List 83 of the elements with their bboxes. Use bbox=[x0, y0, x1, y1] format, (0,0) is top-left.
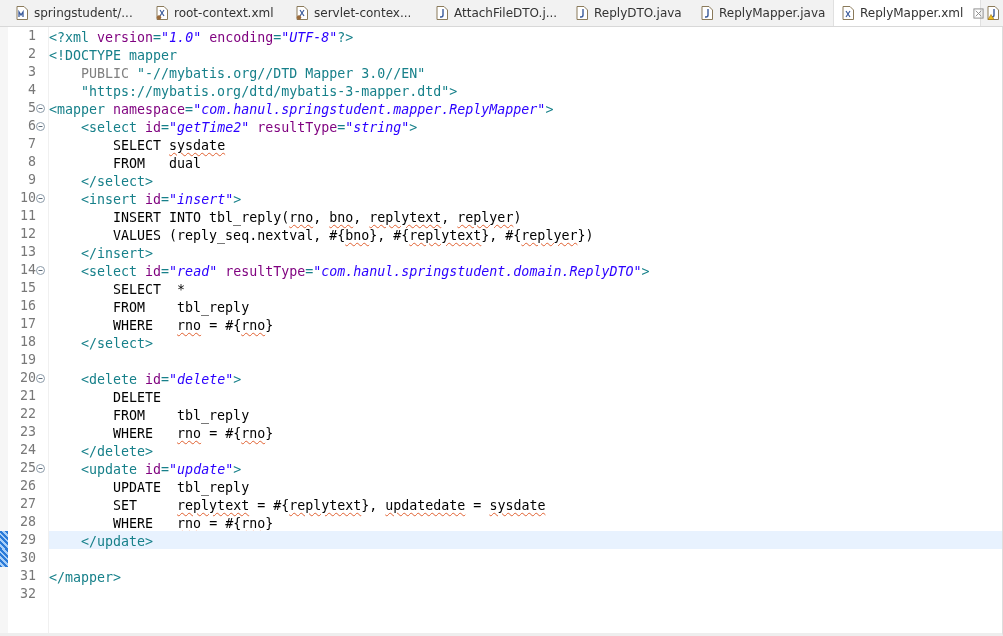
line-number: 23 bbox=[19, 423, 36, 441]
line-number: 9 bbox=[27, 171, 36, 189]
line-number: 7 bbox=[27, 135, 36, 153]
editor-tab[interactable]: springstudent/... bbox=[8, 0, 148, 26]
collapse-icon[interactable] bbox=[36, 121, 45, 131]
line-number: 26 bbox=[19, 477, 36, 495]
code-line: </mapper> bbox=[49, 570, 122, 585]
line-number: 8 bbox=[27, 153, 36, 171]
maven-file-icon bbox=[16, 6, 28, 20]
line-number: 12 bbox=[19, 225, 36, 243]
code-line: SET replytext = #{replytext}, updatedate = sysdate bbox=[112, 498, 546, 513]
code-line: SELECT * bbox=[112, 282, 186, 297]
line-number: 5 bbox=[27, 99, 36, 117]
code-line: <update id="update"> bbox=[80, 462, 242, 477]
line-number: 1 bbox=[27, 27, 36, 45]
editor-tab[interactable]: AttachFileDTO.j... bbox=[428, 0, 568, 26]
line-number: 18 bbox=[19, 333, 36, 351]
line-number: 6 bbox=[27, 117, 36, 135]
java-file-icon bbox=[701, 6, 713, 20]
xml-file-icon bbox=[842, 6, 854, 20]
xml-file-icon bbox=[156, 6, 168, 20]
xml-file-icon bbox=[296, 6, 308, 20]
code-line: WHERE rno = #{rno} bbox=[112, 516, 274, 531]
line-number: 11 bbox=[19, 207, 36, 225]
code-line: </delete> bbox=[80, 444, 154, 459]
collapse-icon[interactable] bbox=[36, 373, 45, 383]
line-number: 13 bbox=[19, 243, 36, 261]
editor-tab[interactable]: servlet-contex... bbox=[288, 0, 428, 26]
line-number: 25 bbox=[19, 459, 36, 477]
code-line: <select id="getTime2" resultType="string"> bbox=[80, 120, 418, 135]
collapse-icon[interactable] bbox=[36, 265, 45, 275]
code-line: FROM tbl_reply bbox=[112, 408, 250, 423]
line-number: 17 bbox=[19, 315, 36, 333]
java-warning-file-icon[interactable] bbox=[987, 6, 999, 20]
collapse-icon[interactable] bbox=[36, 103, 45, 113]
code-line: UPDATE tbl_reply bbox=[112, 480, 250, 495]
line-number: 29 bbox=[19, 531, 36, 549]
code-line: FROM tbl_reply bbox=[112, 300, 250, 315]
code-line: "https://mybatis.org/dtd/mybatis-3-mapper.dtd"> bbox=[80, 84, 458, 99]
editor-tab[interactable]: ReplyMapper.xml bbox=[833, 0, 981, 26]
code-line: <?xml version="1.0" encoding="UTF-8"?> bbox=[49, 30, 354, 45]
line-number: 19 bbox=[19, 351, 36, 369]
code-line: </select> bbox=[80, 336, 154, 351]
code-line: SELECT sysdate bbox=[112, 138, 226, 153]
editor-tab[interactable]: ReplyMapper.java bbox=[693, 0, 833, 26]
code-line: </update> bbox=[80, 534, 154, 549]
code-line: <select id="read" resultType="com.hanul.springstudent.domain.ReplyDTO"> bbox=[80, 264, 650, 279]
editor-tab[interactable]: ReplyDTO.java bbox=[568, 0, 693, 26]
collapse-icon[interactable] bbox=[36, 193, 45, 203]
line-number: 2 bbox=[27, 45, 36, 63]
code-line: WHERE rno = #{rno} bbox=[112, 318, 274, 333]
code-line: <!DOCTYPE mapper bbox=[49, 48, 178, 63]
code-line: </insert> bbox=[80, 246, 154, 261]
code-line: PUBLIC "-//mybatis.org//DTD Mapper 3.0//EN" bbox=[80, 66, 426, 81]
line-number: 4 bbox=[27, 81, 36, 99]
java-file-icon bbox=[436, 6, 448, 20]
java-file-icon bbox=[576, 6, 588, 20]
line-number: 15 bbox=[19, 279, 36, 297]
code-line: </select> bbox=[80, 174, 154, 189]
code-line: <mapper namespace="com.hanul.springstudent.mapper.ReplyMapper"> bbox=[49, 102, 554, 117]
close-icon[interactable] bbox=[973, 7, 985, 19]
line-number: 31 bbox=[19, 567, 36, 585]
line-number: 10 bbox=[19, 189, 36, 207]
code-line: INSERT INTO tbl_reply(rno, bno, replytext, replyer) bbox=[112, 210, 522, 225]
code-line: <delete id="delete"> bbox=[80, 372, 242, 387]
code-line: VALUES (reply_seq.nextval, #{bno}, #{replytext}, #{replyer}) bbox=[112, 228, 594, 243]
code-line: <insert id="insert"> bbox=[80, 192, 242, 207]
line-number: 30 bbox=[19, 549, 36, 567]
editor-tab[interactable]: root-context.xml bbox=[148, 0, 288, 26]
line-number: 32 bbox=[19, 585, 36, 603]
line-number: 20 bbox=[19, 369, 36, 387]
line-number: 24 bbox=[19, 441, 36, 459]
line-number: 22 bbox=[19, 405, 36, 423]
code-line: FROM dual bbox=[112, 156, 202, 171]
line-number: 21 bbox=[19, 387, 36, 405]
line-number: 14 bbox=[19, 261, 36, 279]
line-number: 3 bbox=[27, 63, 36, 81]
line-number: 16 bbox=[19, 297, 36, 315]
collapse-icon[interactable] bbox=[36, 463, 45, 473]
line-number: 28 bbox=[19, 513, 36, 531]
code-line: WHERE rno = #{rno} bbox=[112, 426, 274, 441]
code-line: DELETE bbox=[112, 390, 162, 405]
line-number: 27 bbox=[19, 495, 36, 513]
